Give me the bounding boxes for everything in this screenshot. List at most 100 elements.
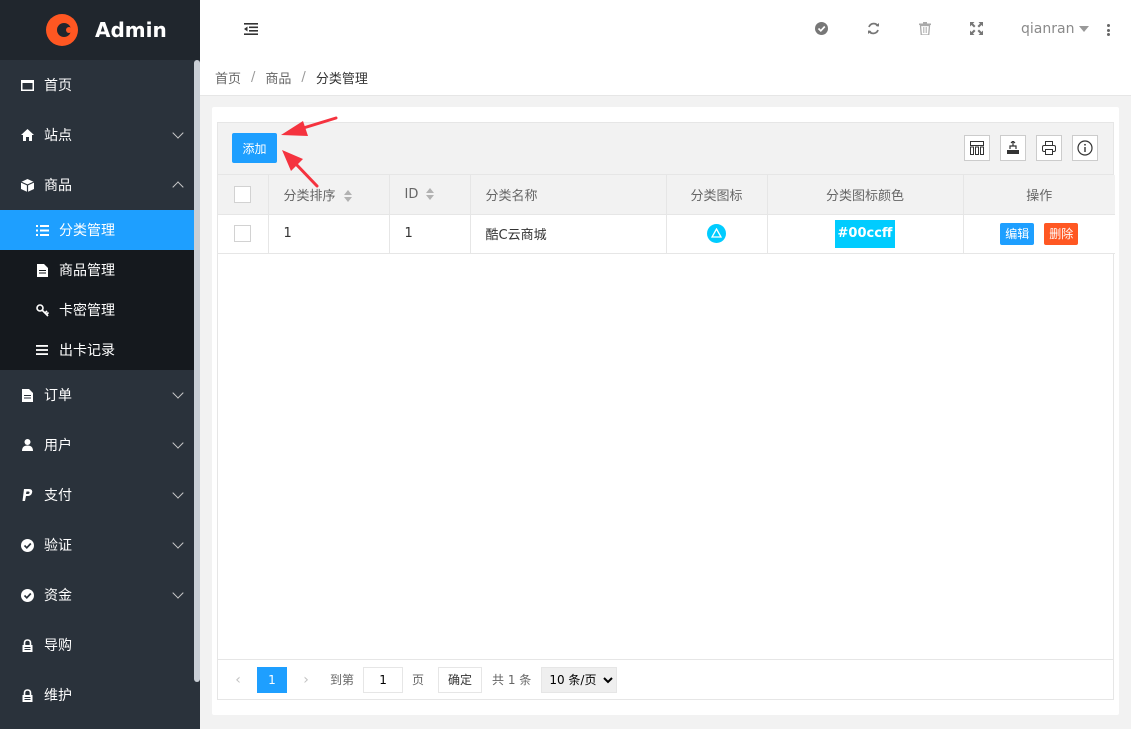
- home-icon: [20, 128, 34, 142]
- paypal-icon: [20, 488, 34, 502]
- top-header: qianran: [200, 0, 1131, 60]
- check-circle-icon: [20, 588, 34, 602]
- page-size-select[interactable]: 10 条/页: [541, 666, 618, 693]
- user-menu[interactable]: qianran: [1021, 21, 1090, 37]
- table-toolbar: 添加: [218, 123, 1113, 175]
- breadcrumb: 首页 / 商品 / 分类管理: [200, 60, 1131, 96]
- sidebar-menu: 首页 站点 商品 分类管理 商品管理 卡密管理 出卡记录 订单 用户 支付 验证…: [0, 60, 194, 720]
- chevron-down-icon: [172, 387, 184, 399]
- sidebar-item-orders[interactable]: 订单: [0, 370, 194, 420]
- sidebar-item-category-manage[interactable]: 分类管理: [0, 210, 194, 250]
- breadcrumb-separator: /: [301, 70, 306, 85]
- confirm-button[interactable]: 确定: [438, 666, 483, 693]
- sidebar-item-label: 商品: [44, 178, 72, 194]
- sidebar-item-goods[interactable]: 商品: [0, 160, 194, 210]
- user-icon: [20, 438, 34, 452]
- sidebar-item-label: 订单: [44, 388, 72, 404]
- chevron-down-icon: [172, 487, 184, 499]
- cell-id: 1: [389, 214, 471, 254]
- fullscreen-icon[interactable]: [969, 22, 983, 36]
- cell-name: 酷C云商城: [470, 214, 667, 254]
- sidebar-item-label: 首页: [44, 78, 72, 94]
- goods-submenu: 分类管理 商品管理 卡密管理 出卡记录: [0, 210, 194, 370]
- sidebar-item-payment[interactable]: 支付: [0, 470, 194, 520]
- goto-label: 到第: [330, 673, 355, 687]
- sidebar-item-card-record[interactable]: 出卡记录: [0, 330, 194, 370]
- brand: Admin: [0, 0, 200, 60]
- check-circle-icon: [20, 538, 34, 552]
- sidebar-item-guide[interactable]: 导购: [0, 620, 194, 670]
- cell-sort: 1: [268, 214, 390, 254]
- column-header-actions: 操作: [963, 175, 1115, 215]
- chevron-down-icon: [172, 127, 184, 139]
- category-table: 分类排序 ID 分类名称 分类图标 分类图标颜色 操作 1 1 酷C云商城 #0…: [218, 175, 1115, 254]
- key-icon: [35, 303, 49, 317]
- sidebar-item-label: 商品管理: [59, 263, 115, 279]
- column-header-icon: 分类图标: [666, 175, 768, 215]
- sidebar-item-funds[interactable]: 资金: [0, 570, 194, 620]
- current-page[interactable]: 1: [257, 666, 287, 693]
- sidebar-item-label: 出卡记录: [59, 343, 115, 359]
- sort-icon[interactable]: [343, 190, 352, 203]
- pagination: ‹ 1 › 到第 页 确定 共 1 条 10 条/页: [218, 659, 1113, 699]
- sidebar-item-label: 导购: [44, 638, 72, 654]
- print-icon[interactable]: [1036, 135, 1062, 161]
- sidebar-scrollbar[interactable]: [194, 60, 200, 682]
- sidebar-item-home[interactable]: 首页: [0, 60, 194, 110]
- sort-icon[interactable]: [426, 188, 435, 201]
- logo-icon: [46, 14, 78, 46]
- chevron-down-icon: [172, 587, 184, 599]
- delete-button[interactable]: 删除: [1044, 222, 1079, 245]
- sidebar-item-product-manage[interactable]: 商品管理: [0, 250, 194, 290]
- page-input[interactable]: [363, 666, 404, 693]
- sidebar-item-label: 资金: [44, 588, 72, 604]
- column-header-name: 分类名称: [470, 175, 667, 215]
- lock-icon: [20, 638, 34, 652]
- sidebar: Admin 首页 站点 商品 分类管理 商品管理 卡密管理 出卡记录 订单 用户…: [0, 0, 200, 729]
- category-triangle-icon: [707, 224, 726, 243]
- info-icon[interactable]: [1072, 135, 1098, 161]
- sidebar-item-label: 分类管理: [59, 223, 115, 239]
- sidebar-item-label: 用户: [44, 438, 72, 454]
- content-card: 添加 分类排序 ID 分类名称 分类图标 分类图标颜色 操作 1 1 酷C云商城…: [212, 107, 1119, 715]
- refresh-icon[interactable]: [866, 22, 880, 36]
- sidebar-item-verify[interactable]: 验证: [0, 520, 194, 570]
- sidebar-item-label: 支付: [44, 488, 72, 504]
- column-header-label: ID: [404, 186, 419, 202]
- trash-icon[interactable]: [918, 22, 932, 36]
- total-count: 共 1 条: [492, 673, 532, 687]
- page-unit-label: 页: [412, 673, 425, 687]
- sidebar-item-label: 卡密管理: [59, 303, 115, 319]
- export-icon[interactable]: [1000, 135, 1026, 161]
- chevron-up-icon: [172, 181, 184, 193]
- file-icon: [35, 263, 49, 277]
- sidebar-item-site[interactable]: 站点: [0, 110, 194, 160]
- add-button[interactable]: 添加: [232, 133, 277, 163]
- lock-icon: [20, 688, 34, 702]
- select-all-checkbox[interactable]: [234, 185, 252, 203]
- sidebar-item-card-manage[interactable]: 卡密管理: [0, 290, 194, 330]
- breadcrumb-parent[interactable]: 商品: [265, 68, 291, 87]
- column-header-id[interactable]: ID: [389, 175, 471, 215]
- table-header-row: 分类排序 ID 分类名称 分类图标 分类图标颜色 操作: [218, 175, 1115, 215]
- chevron-down-icon: [172, 437, 184, 449]
- sidebar-item-label: 维护: [44, 688, 72, 704]
- cell-actions: 编辑 删除: [963, 214, 1115, 254]
- sidebar-item-users[interactable]: 用户: [0, 420, 194, 470]
- prev-page-icon[interactable]: ‹: [228, 672, 248, 688]
- cube-icon: [20, 178, 34, 192]
- more-vertical-icon[interactable]: [1107, 24, 1111, 38]
- breadcrumb-separator: /: [251, 70, 256, 85]
- cell-icon: [666, 214, 768, 254]
- sidebar-toggle-icon[interactable]: [244, 23, 258, 35]
- sidebar-item-maintain[interactable]: 维护: [0, 670, 194, 720]
- column-header-sort[interactable]: 分类排序: [268, 175, 390, 215]
- row-checkbox[interactable]: [234, 225, 252, 242]
- next-page-icon[interactable]: ›: [296, 672, 316, 688]
- edit-button[interactable]: 编辑: [1000, 222, 1035, 245]
- breadcrumb-home[interactable]: 首页: [215, 68, 241, 87]
- column-header-icon-color: 分类图标颜色: [767, 175, 964, 215]
- check-circle-icon[interactable]: [814, 22, 828, 36]
- row-select-cell: [218, 214, 269, 254]
- columns-filter-icon[interactable]: [964, 135, 990, 161]
